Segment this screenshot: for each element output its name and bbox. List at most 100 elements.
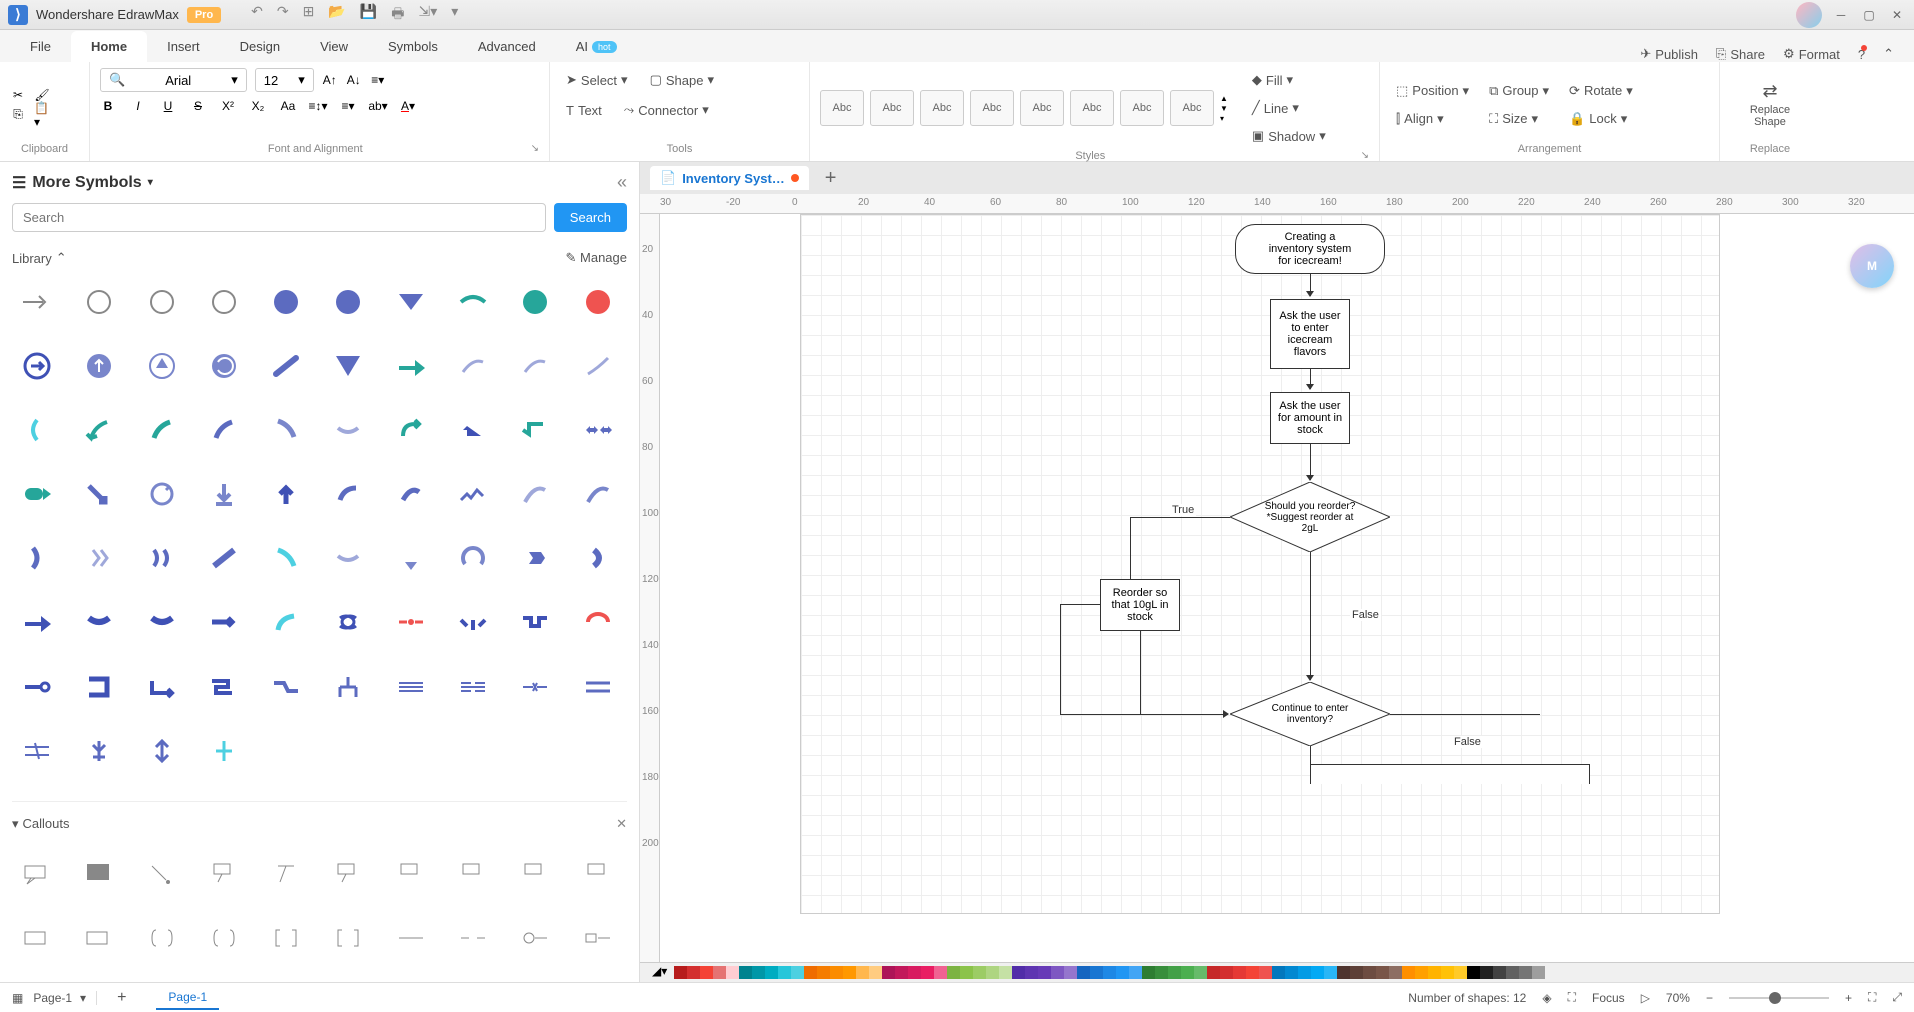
color-swatch[interactable] [1233,966,1246,979]
flowchart-process[interactable]: Ask the user to enter icecream flavors [1270,299,1350,369]
symbol-arrow[interactable] [448,410,498,450]
symbol-arrow[interactable] [386,282,436,322]
style-gallery[interactable]: Abc Abc Abc Abc Abc Abc Abc Abc ▲ ▼ ▾ [820,90,1228,126]
color-swatch[interactable] [713,966,726,979]
symbol-arrow[interactable] [448,282,498,322]
color-swatch[interactable] [1103,966,1116,979]
menu-advanced[interactable]: Advanced [458,31,556,62]
help-button[interactable]: ? [1858,47,1865,62]
color-swatch[interactable] [856,966,869,979]
color-swatch[interactable] [934,966,947,979]
symbol-arrow[interactable] [261,538,311,578]
chevron-up-icon[interactable]: ⌃ [56,250,67,266]
symbol-callout[interactable] [137,854,187,894]
color-swatch[interactable] [1285,966,1298,979]
canvas[interactable]: Creating a inventory system for icecream… [660,214,1914,962]
color-swatch[interactable] [817,966,830,979]
color-swatch[interactable] [1116,966,1129,979]
symbol-arrow[interactable] [510,474,560,514]
collapse-panel-icon[interactable]: « [617,172,627,193]
symbol-arrow[interactable] [386,410,436,450]
symbol-arrow[interactable] [74,538,124,578]
shadow-button[interactable]: ▣Shadow ▾ [1246,124,1332,148]
flowchart-terminator[interactable]: Creating a inventory system for icecream… [1235,224,1385,274]
page-layout-icon[interactable]: ▦ [12,991,23,1005]
superscript-icon[interactable]: X² [220,98,236,114]
symbol-arrow[interactable] [448,346,498,386]
color-swatch[interactable] [1220,966,1233,979]
symbol-arrow[interactable] [323,282,373,322]
color-swatch[interactable] [1376,966,1389,979]
line-spacing-icon[interactable]: ≡↕▾ [310,98,326,114]
symbol-arrow[interactable] [199,474,249,514]
chevron-down-icon[interactable]: ▾ [148,177,153,188]
shape-button[interactable]: ▢Shape ▾ [644,68,720,92]
color-swatch[interactable] [921,966,934,979]
symbol-arrow[interactable] [573,474,623,514]
color-swatch[interactable] [1207,966,1220,979]
color-swatch[interactable] [1415,966,1428,979]
symbol-callout[interactable] [448,854,498,894]
style-preset[interactable]: Abc [870,90,914,126]
color-swatch[interactable] [1363,966,1376,979]
group-button[interactable]: ⧉Group▾ [1483,79,1555,103]
eyedropper-icon[interactable]: ◢▾ [652,964,670,982]
maximize-icon[interactable]: ▢ [1860,6,1878,24]
symbol-arrow[interactable] [12,538,62,578]
symbol-arrow[interactable] [448,667,498,707]
symbol-callout[interactable] [573,918,623,958]
select-button[interactable]: ➤Select ▾ [560,68,634,92]
color-swatch[interactable] [687,966,700,979]
symbol-arrow[interactable] [261,282,311,322]
symbol-arrow[interactable] [12,602,62,642]
menu-file[interactable]: File [10,31,71,62]
symbol-arrow[interactable] [261,667,311,707]
size-button[interactable]: ⛶Size▾ [1483,107,1555,131]
color-swatch[interactable] [830,966,843,979]
color-swatch[interactable] [973,966,986,979]
symbol-arrow[interactable] [261,474,311,514]
symbol-arrow[interactable] [386,474,436,514]
symbol-arrow[interactable] [510,346,560,386]
connector-line[interactable] [1390,714,1540,715]
lock-button[interactable]: 🔒Lock▾ [1563,107,1639,131]
color-swatch[interactable] [1090,966,1103,979]
color-swatch[interactable] [804,966,817,979]
color-swatch[interactable] [908,966,921,979]
save-icon[interactable]: 💾 [360,3,377,27]
close-section-icon[interactable]: ✕ [616,816,627,832]
document-tab[interactable]: 📄 Inventory Syst… [650,166,809,190]
symbol-callout[interactable] [199,854,249,894]
flowchart-decision[interactable]: Should you reorder? *Suggest reorder at … [1230,482,1390,552]
ai-assistant-button[interactable]: M [1850,244,1894,288]
bullets-icon[interactable]: ≡▾ [340,98,356,114]
menu-ai[interactable]: AI hot [556,31,637,62]
color-swatch[interactable] [947,966,960,979]
collapse-ribbon-icon[interactable]: ⌃ [1883,46,1894,62]
symbol-arrow[interactable] [199,538,249,578]
style-preset[interactable]: Abc [1120,90,1164,126]
flowchart-process[interactable]: Ask the user for amount in stock [1270,392,1350,444]
color-swatch[interactable] [999,966,1012,979]
color-swatch[interactable] [1272,966,1285,979]
symbol-arrow[interactable] [74,731,124,771]
symbol-arrow[interactable] [199,602,249,642]
symbol-arrow[interactable] [573,602,623,642]
format-button[interactable]: ⚙Format [1783,46,1840,62]
font-color-icon[interactable]: A▾ [400,98,416,114]
connector-line[interactable] [1130,517,1131,581]
fill-button[interactable]: ◆Fill ▾ [1246,68,1332,92]
font-family-select[interactable]: 🔍Arial▾ [100,68,247,92]
symbol-arrow[interactable] [323,602,373,642]
callouts-section-header[interactable]: ▾ Callouts ✕ [12,801,627,846]
font-size-select[interactable]: 12▾ [255,68,314,92]
flowchart-decision[interactable]: Continue to enter inventory? [1230,682,1390,746]
color-swatch[interactable] [1051,966,1064,979]
font-dialog-launcher[interactable]: ↘ [531,143,539,154]
rotate-button[interactable]: ⟳Rotate▾ [1563,79,1639,103]
symbol-arrow[interactable] [573,538,623,578]
underline-icon[interactable]: U [160,98,176,114]
color-swatch[interactable] [1350,966,1363,979]
symbol-arrow[interactable] [199,346,249,386]
symbol-arrow[interactable] [323,346,373,386]
